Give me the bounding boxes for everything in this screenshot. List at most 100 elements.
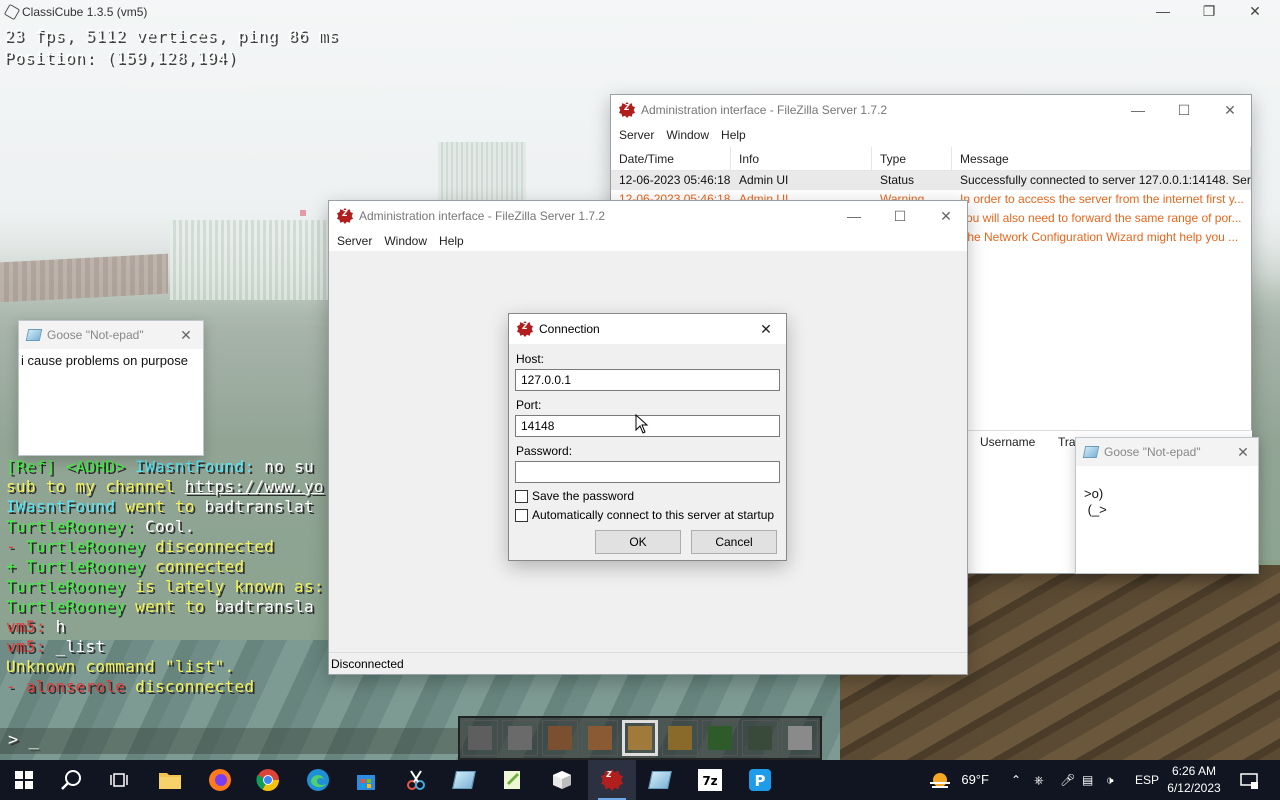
title-bar[interactable]: Administration interface - FileZilla Ser… [329, 201, 967, 231]
close-button[interactable]: ✕ [749, 314, 783, 344]
menu-window[interactable]: Window [664, 125, 719, 145]
chat-line: - TurtleRooney disconnected [6, 537, 328, 557]
svg-text:P: P [755, 772, 766, 790]
chat-input[interactable]: > _ [0, 728, 460, 754]
sun-haze-icon [930, 772, 950, 788]
chat-segment: IWasntFound [6, 497, 116, 516]
close-button[interactable]: ✕ [1207, 95, 1253, 125]
notepad-text[interactable]: >o) (_> [1076, 466, 1258, 538]
search-button[interactable] [48, 760, 96, 800]
col-header-datetime[interactable]: Date/Time [611, 147, 731, 170]
menu-help[interactable]: Help [719, 125, 756, 145]
chat-segment: TurtleRooney [6, 597, 126, 616]
volume-icon[interactable]: 🕩︎ [1106, 760, 1114, 800]
hotbar-slot[interactable] [662, 720, 698, 756]
chrome-icon [256, 769, 279, 791]
chat-line: vm5: _list [6, 637, 328, 657]
block-icon [508, 726, 532, 750]
notifications-button[interactable] [1240, 760, 1258, 800]
filezilla-tray-icon[interactable]: ⎈ [1034, 760, 1044, 800]
col-header-type[interactable]: Type [872, 147, 952, 170]
password-input[interactable] [515, 461, 780, 483]
taskbar-file-explorer[interactable] [146, 760, 194, 800]
taskbar-filezilla[interactable] [588, 760, 636, 800]
save-password-checkbox[interactable]: Save the password [515, 489, 634, 503]
auto-connect-checkbox[interactable]: Automatically connect to this server at … [515, 508, 774, 522]
microphone-icon[interactable]: 🎤︎ [1060, 760, 1075, 800]
taskbar: 7z P 69°F ⌃ ⎈ 🎤︎ ▤ 🕩︎ ESP 6:26 AM 6/12/2… [0, 760, 1280, 800]
taskbar-notepadpp[interactable] [488, 760, 536, 800]
close-button[interactable]: ✕ [1228, 438, 1258, 466]
filezilla-tray-glyph: ⎈ [1034, 773, 1044, 787]
taskbar-store[interactable] [342, 760, 390, 800]
connection-dialog[interactable]: Connection ✕ Host: 127.0.0.1 Port: 14148… [508, 313, 787, 561]
hotbar-slot[interactable] [582, 720, 618, 756]
taskbar-classicube[interactable] [538, 760, 586, 800]
port-label: Port: [516, 398, 542, 412]
col-header-message[interactable]: Message [952, 147, 1251, 170]
chat-segment: - [6, 677, 26, 696]
taskbar-edge[interactable] [294, 760, 342, 800]
goose-notepad-window[interactable]: Goose "Not-epad" ✕ i cause problems on p… [18, 320, 204, 456]
clock[interactable]: 6:26 AM 6/12/2023 [1162, 763, 1226, 797]
log-cell-msg: The Network Configuration Wizard might h… [960, 230, 1239, 244]
host-input[interactable]: 127.0.0.1 [515, 369, 780, 391]
title-bar[interactable]: Administration interface - FileZilla Ser… [611, 95, 1251, 125]
col-header-username[interactable]: Username [968, 431, 1046, 452]
taskbar-chrome[interactable] [244, 760, 292, 800]
notification-icon [1240, 773, 1258, 789]
checkbox-box[interactable] [515, 489, 528, 503]
notepad-icon [648, 771, 672, 789]
minimize-button[interactable]: — [1115, 95, 1161, 125]
menu-server[interactable]: Server [617, 125, 664, 145]
restore-button[interactable]: ❐ [1186, 0, 1232, 22]
chat-link[interactable]: https://www.yo [185, 477, 324, 496]
hotbar-slot[interactable] [462, 720, 498, 756]
network-icon[interactable]: ▤ [1082, 760, 1093, 800]
chat-segment: sub to my channel [6, 477, 185, 496]
close-button[interactable]: ✕ [1232, 0, 1278, 22]
cancel-button[interactable]: Cancel [691, 530, 777, 554]
minimize-button[interactable]: — [831, 201, 877, 231]
tray-overflow[interactable]: ⌃ [1011, 760, 1021, 800]
checkbox-box[interactable] [515, 508, 528, 522]
notepad-text[interactable]: i cause problems on purpose [19, 349, 203, 372]
task-view-button[interactable] [96, 760, 144, 800]
language-indicator[interactable]: ESP [1135, 760, 1159, 800]
close-button[interactable]: ✕ [923, 201, 969, 231]
taskbar-app-scissors[interactable] [392, 760, 440, 800]
taskbar-firefox[interactable] [196, 760, 244, 800]
col-header-info[interactable]: Info [731, 147, 872, 170]
maximize-button[interactable]: ☐ [1161, 95, 1207, 125]
ok-button[interactable]: OK [595, 530, 681, 554]
maximize-button[interactable]: ☐ [877, 201, 923, 231]
goose-notepad-window[interactable]: Goose "Not-epad" ✕ >o) (_> [1075, 437, 1259, 574]
close-button[interactable]: ✕ [171, 321, 201, 349]
weather-widget[interactable]: 69°F [928, 760, 989, 800]
hotbar-slot[interactable] [502, 720, 538, 756]
menu-server[interactable]: Server [335, 231, 382, 251]
chat-segment: h [55, 617, 66, 636]
hotbar-slot[interactable] [742, 720, 778, 756]
dialog-title-bar[interactable]: Connection ✕ [509, 314, 786, 344]
block-icon [468, 726, 492, 750]
hotbar-slot[interactable] [542, 720, 578, 756]
taskbar-p-app[interactable]: P [736, 760, 784, 800]
p-app-icon: P [749, 769, 771, 791]
title-bar[interactable]: Goose "Not-epad" ✕ [1076, 438, 1258, 466]
start-button[interactable] [0, 760, 48, 800]
hotbar-slot[interactable] [622, 720, 658, 756]
hotbar-slot[interactable] [782, 720, 818, 756]
col-header-transfer[interactable]: Tra [1046, 431, 1076, 452]
log-row[interactable]: 12-06-2023 05:46:18 Admin UI Status Success… [611, 171, 1251, 190]
menu-window[interactable]: Window [382, 231, 437, 251]
taskbar-7zip[interactable]: 7z [686, 760, 734, 800]
minimize-button[interactable]: — [1140, 0, 1186, 22]
hotbar-slot[interactable] [702, 720, 738, 756]
taskbar-notepad-2[interactable] [636, 760, 684, 800]
chat-segment: went to [125, 597, 215, 616]
taskbar-notepad[interactable] [440, 760, 488, 800]
filezilla-icon [517, 320, 533, 337]
title-bar[interactable]: Goose "Not-epad" ✕ [19, 321, 203, 349]
menu-help[interactable]: Help [437, 231, 474, 251]
